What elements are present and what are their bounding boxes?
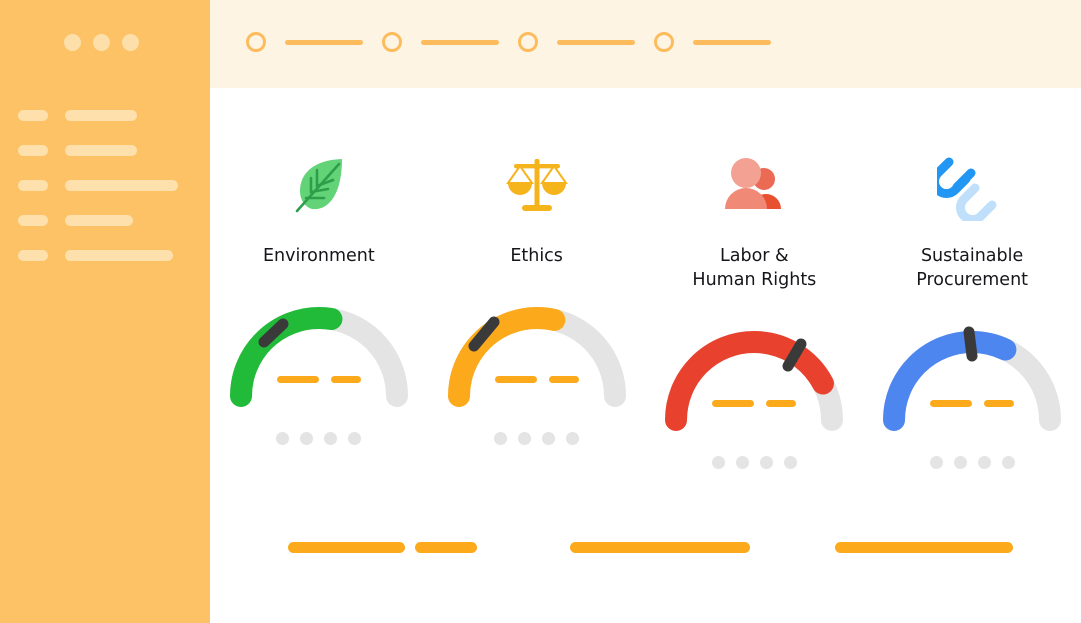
sidebar-item-3[interactable] <box>18 180 198 191</box>
category-label: Environment <box>263 246 375 266</box>
rating-dot[interactable] <box>348 432 362 445</box>
rating-dot[interactable] <box>953 456 967 469</box>
gauge-value-placeholder <box>656 400 852 407</box>
window-dot-maximize[interactable] <box>122 34 139 51</box>
step-connector-line <box>693 39 771 45</box>
footer-placeholder-bars <box>210 528 1081 568</box>
category-card-sustainable-procurement[interactable]: Sustainable Procurement <box>863 88 1081 469</box>
gauge-value-placeholder <box>874 400 1070 407</box>
category-card-ethics[interactable]: Ethics <box>428 88 646 469</box>
sidebar-item-1-icon-placeholder <box>18 110 48 121</box>
footer-bar-4 <box>835 542 1013 553</box>
sidebar-item-4-icon-placeholder <box>18 215 48 226</box>
gauge-dash-1 <box>930 400 973 407</box>
step-connector-line <box>557 39 635 45</box>
gauge-ethics <box>439 298 635 410</box>
stepper-step-4[interactable] <box>654 32 790 52</box>
link-icon <box>937 140 1007 232</box>
rating-dot[interactable] <box>783 456 797 469</box>
step-connector-line <box>285 39 363 45</box>
people-icon <box>719 140 789 232</box>
footer-bar-3 <box>570 542 750 553</box>
gauge-dash-2 <box>984 400 1015 407</box>
rating-dot[interactable] <box>518 432 532 445</box>
main-content: Environment Ethics Labor & Human Rights … <box>210 88 1081 623</box>
window-controls <box>64 34 139 51</box>
gauge-dash-2 <box>330 376 361 383</box>
category-card-labor-human-rights[interactable]: Labor & Human Rights <box>646 88 864 469</box>
sidebar-nav <box>18 110 198 285</box>
app-window: Environment Ethics Labor & Human Rights … <box>0 0 1081 623</box>
category-card-environment[interactable]: Environment <box>210 88 428 469</box>
sidebar-item-5[interactable] <box>18 250 198 261</box>
gauge-dash-1 <box>494 376 537 383</box>
footer-bar-2 <box>415 542 477 553</box>
gauge-dash-1 <box>276 376 319 383</box>
gauge-dash-1 <box>712 400 755 407</box>
stepper-step-1[interactable] <box>246 32 382 52</box>
rating-dot[interactable] <box>711 456 725 469</box>
footer-bar-1 <box>288 542 405 553</box>
gauge-value-placeholder <box>439 376 635 383</box>
rating-dot[interactable] <box>929 456 943 469</box>
sidebar-item-5-label-placeholder <box>65 250 173 261</box>
step-circle-icon[interactable] <box>518 32 538 52</box>
sidebar-item-4-label-placeholder <box>65 215 133 226</box>
step-circle-icon[interactable] <box>246 32 266 52</box>
sidebar <box>0 0 210 623</box>
rating-dot[interactable] <box>300 432 314 445</box>
sidebar-item-2[interactable] <box>18 145 198 156</box>
leaf-icon <box>284 140 354 232</box>
rating-dot[interactable] <box>276 432 290 445</box>
category-label: Labor & Human Rights <box>692 246 817 290</box>
rating-dot[interactable] <box>494 432 508 445</box>
stepper-step-3[interactable] <box>518 32 654 52</box>
category-label: Ethics <box>510 246 563 266</box>
scales-icon <box>502 140 572 232</box>
gauge-value-placeholder <box>221 376 417 383</box>
progress-stepper <box>246 32 790 52</box>
gauge-dash-2 <box>766 400 797 407</box>
rating-dot[interactable] <box>977 456 991 469</box>
gauge-sustainable-procurement <box>874 322 1070 434</box>
stepper-step-2[interactable] <box>382 32 518 52</box>
category-cards: Environment Ethics Labor & Human Rights … <box>210 88 1081 469</box>
header-band <box>210 0 1081 88</box>
rating-dot[interactable] <box>1001 456 1015 469</box>
step-connector-line <box>421 39 499 45</box>
gauge-labor-human-rights <box>656 322 852 434</box>
sidebar-item-5-icon-placeholder <box>18 250 48 261</box>
rating-dots-environment <box>276 432 362 445</box>
rating-dots-ethics <box>494 432 580 445</box>
sidebar-item-2-icon-placeholder <box>18 145 48 156</box>
step-circle-icon[interactable] <box>654 32 674 52</box>
rating-dot[interactable] <box>324 432 338 445</box>
window-dot-close[interactable] <box>64 34 81 51</box>
rating-dots-labor-human-rights <box>711 456 797 469</box>
sidebar-item-3-label-placeholder <box>65 180 178 191</box>
rating-dot[interactable] <box>759 456 773 469</box>
gauge-environment <box>221 298 417 410</box>
window-dot-minimize[interactable] <box>93 34 110 51</box>
gauge-dash-2 <box>548 376 579 383</box>
sidebar-item-1-label-placeholder <box>65 110 137 121</box>
sidebar-item-3-icon-placeholder <box>18 180 48 191</box>
step-circle-icon[interactable] <box>382 32 402 52</box>
rating-dot[interactable] <box>542 432 556 445</box>
rating-dots-sustainable-procurement <box>929 456 1015 469</box>
sidebar-item-1[interactable] <box>18 110 198 121</box>
rating-dot[interactable] <box>566 432 580 445</box>
category-label: Sustainable Procurement <box>916 246 1029 290</box>
rating-dot[interactable] <box>735 456 749 469</box>
sidebar-item-2-label-placeholder <box>65 145 137 156</box>
sidebar-item-4[interactable] <box>18 215 198 226</box>
